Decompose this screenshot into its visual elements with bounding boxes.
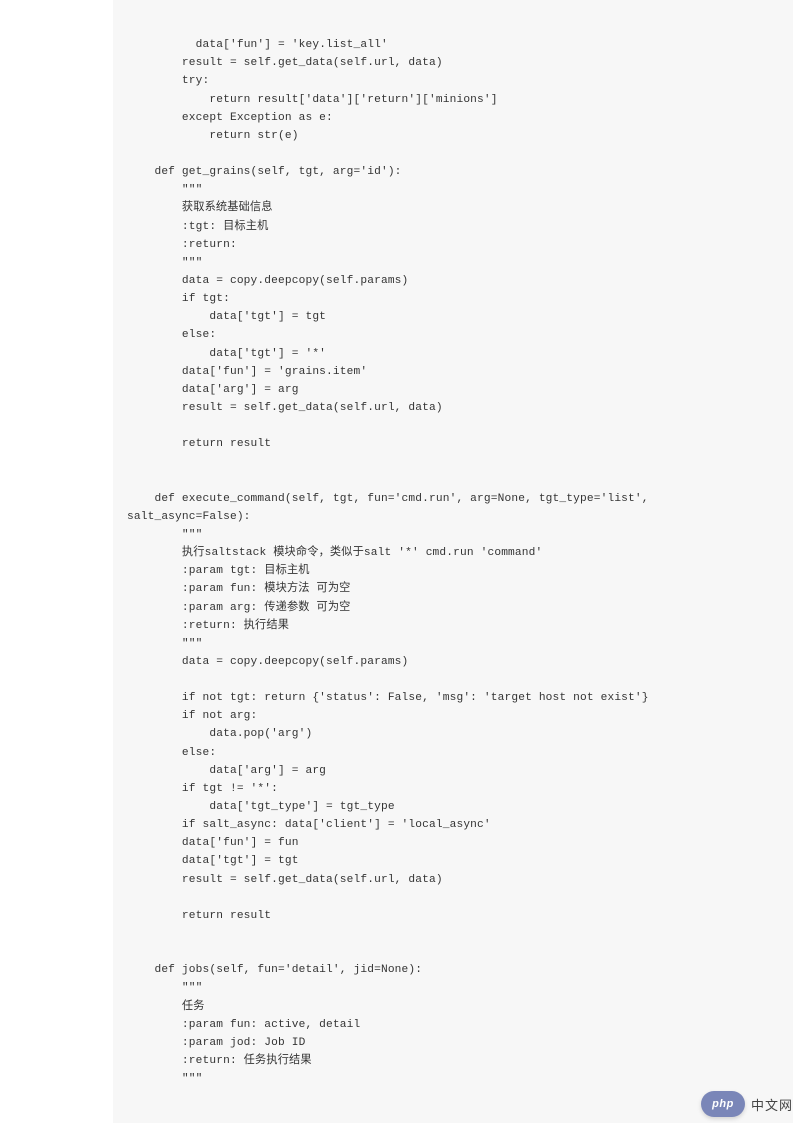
php-logo-badge: php (701, 1091, 745, 1117)
php-logo-text: php (712, 1098, 734, 1110)
watermark-text: 中文网 (751, 1095, 793, 1114)
code-content: data['fun'] = 'key.list_all' result = se… (127, 39, 656, 1085)
watermark: php 中文网 (701, 1091, 793, 1117)
code-block: data['fun'] = 'key.list_all' result = se… (113, 0, 793, 1123)
